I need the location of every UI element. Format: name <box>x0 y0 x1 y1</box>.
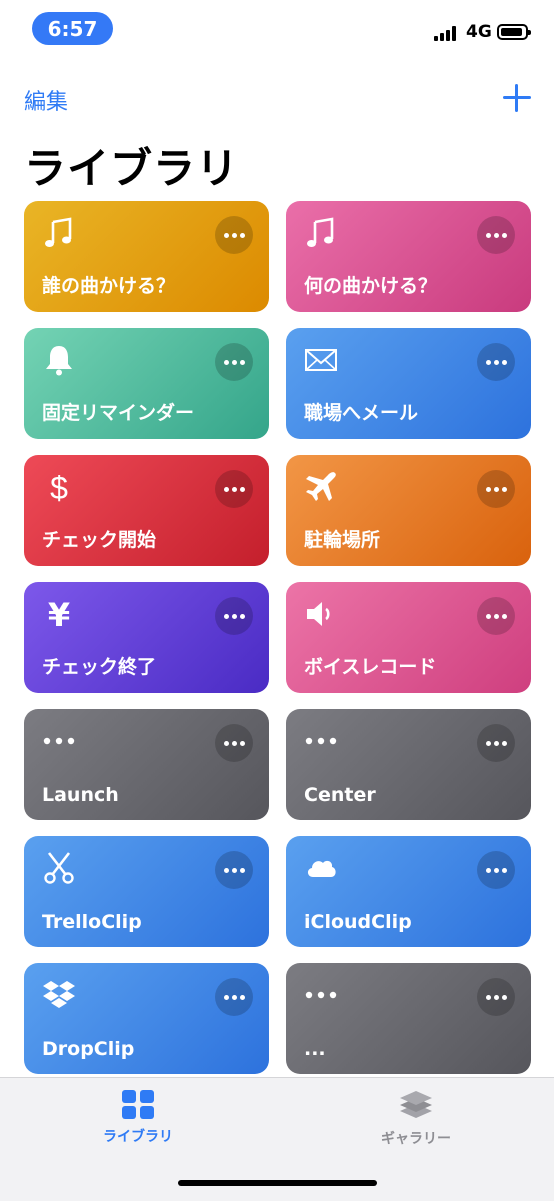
more-options-button[interactable] <box>477 216 515 254</box>
ellipsis-icon <box>303 723 339 759</box>
tab-gallery[interactable]: ギャラリー <box>336 1090 496 1148</box>
shortcut-label: 何の曲かける？ <box>304 275 438 297</box>
shortcut-label: ... <box>304 1038 326 1060</box>
dollar-icon: $ <box>41 469 77 505</box>
shortcut-card[interactable]: $ チェック開始 <box>24 455 269 566</box>
more-options-button[interactable] <box>477 597 515 635</box>
shortcut-label: iCloudClip <box>304 911 412 933</box>
add-shortcut-button[interactable] <box>501 82 533 114</box>
shortcut-label: ボイスレコード <box>304 656 437 678</box>
tab-library[interactable]: ライブラリ <box>58 1090 218 1146</box>
library-grid-icon <box>122 1090 154 1119</box>
shortcut-card[interactable]: TrelloClip <box>24 836 269 947</box>
dropbox-icon <box>41 977 77 1013</box>
cellular-signal-icon <box>434 25 460 41</box>
yen-icon: ¥ <box>41 596 77 632</box>
more-options-button[interactable] <box>215 978 253 1016</box>
shortcut-card[interactable]: 固定リマインダー <box>24 328 269 439</box>
shortcut-card[interactable]: ... <box>286 963 531 1074</box>
more-options-button[interactable] <box>477 851 515 889</box>
shortcut-label: 誰の曲かける？ <box>42 275 176 297</box>
more-options-button[interactable] <box>215 851 253 889</box>
battery-icon <box>497 24 531 40</box>
shortcut-card[interactable]: ボイスレコード <box>286 582 531 693</box>
scissors-icon <box>41 850 77 886</box>
status-bar: 6:57 4G <box>0 0 554 60</box>
ellipsis-icon <box>303 977 339 1013</box>
network-type: 4G <box>466 22 492 42</box>
shortcut-card[interactable]: iCloudClip <box>286 836 531 947</box>
speaker-icon <box>303 596 339 632</box>
home-indicator <box>178 1180 377 1186</box>
airplane-icon <box>303 469 339 505</box>
envelope-icon <box>303 342 339 378</box>
more-options-button[interactable] <box>477 978 515 1016</box>
shortcut-label: Launch <box>42 784 119 806</box>
more-options-button[interactable] <box>477 343 515 381</box>
tab-gallery-label: ギャラリー <box>381 1131 451 1147</box>
music-note-icon <box>303 215 339 251</box>
status-time: 6:57 <box>32 12 113 45</box>
more-options-button[interactable] <box>215 216 253 254</box>
shortcut-label: 職場へメール <box>304 402 419 424</box>
music-note-icon <box>41 215 77 251</box>
shortcut-card[interactable]: 何の曲かける？ <box>286 201 531 312</box>
shortcut-card[interactable]: 駐輪場所 <box>286 455 531 566</box>
shortcut-card[interactable]: Center <box>286 709 531 820</box>
more-options-button[interactable] <box>215 343 253 381</box>
ellipsis-icon <box>41 723 77 759</box>
shortcut-label: Center <box>304 784 376 806</box>
page-title: ライブラリ <box>24 144 240 193</box>
shortcut-card[interactable]: ¥ チェック終了 <box>24 582 269 693</box>
shortcut-label: TrelloClip <box>42 911 142 933</box>
edit-button[interactable]: 編集 <box>24 84 68 116</box>
shortcut-card[interactable]: DropClip <box>24 963 269 1074</box>
shortcut-grid: 誰の曲かける？ 何の曲かける？ 固定リマインダー 職場へメール $ チェック開始 駐輪場所 ¥… <box>24 201 531 1074</box>
cloud-icon <box>303 850 339 886</box>
more-options-button[interactable] <box>215 470 253 508</box>
svg-text:¥: ¥ <box>48 597 70 631</box>
more-options-button[interactable] <box>215 724 253 762</box>
more-options-button[interactable] <box>215 597 253 635</box>
shortcut-label: チェック終了 <box>42 656 157 678</box>
shortcut-label: チェック開始 <box>42 529 157 551</box>
svg-text:$: $ <box>50 470 68 504</box>
tab-library-label: ライブラリ <box>103 1129 173 1145</box>
bell-icon <box>41 342 77 378</box>
more-options-button[interactable] <box>477 470 515 508</box>
gallery-layers-icon <box>400 1091 432 1118</box>
shortcut-label: 駐輪場所 <box>304 529 381 551</box>
shortcut-label: 固定リマインダー <box>42 402 195 424</box>
shortcut-card[interactable]: 誰の曲かける？ <box>24 201 269 312</box>
more-options-button[interactable] <box>477 724 515 762</box>
shortcut-card[interactable]: Launch <box>24 709 269 820</box>
shortcut-label: DropClip <box>42 1038 135 1060</box>
shortcut-card[interactable]: 職場へメール <box>286 328 531 439</box>
